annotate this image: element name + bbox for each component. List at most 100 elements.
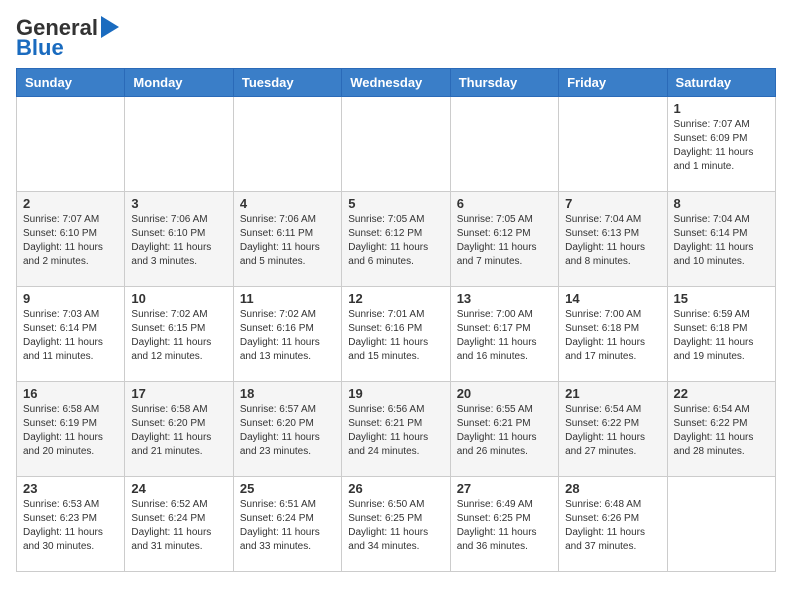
col-header-saturday: Saturday bbox=[667, 69, 775, 97]
calendar-cell: 17 Sunrise: 6:58 AM Sunset: 6:20 PM Dayli… bbox=[125, 382, 233, 477]
calendar-cell: 16 Sunrise: 6:58 AM Sunset: 6:19 PM Dayli… bbox=[17, 382, 125, 477]
calendar-cell: 24 Sunrise: 6:52 AM Sunset: 6:24 PM Dayli… bbox=[125, 477, 233, 572]
col-header-sunday: Sunday bbox=[17, 69, 125, 97]
calendar-cell: 26Sunrise: 6:50 AM Sunset: 6:25 PM Dayli… bbox=[342, 477, 450, 572]
calendar-cell: 6 Sunrise: 7:05 AM Sunset: 6:12 PM Daylig… bbox=[450, 192, 558, 287]
calendar-cell: 27Sunrise: 6:49 AM Sunset: 6:25 PM Dayli… bbox=[450, 477, 558, 572]
day-info: Sunrise: 6:52 AM Sunset: 6:24 PM Dayligh… bbox=[131, 498, 226, 554]
day-number: 3 bbox=[131, 196, 226, 211]
calendar-cell: 21 Sunrise: 6:54 AM Sunset: 6:22 PM Dayli… bbox=[559, 382, 667, 477]
day-number: 28 bbox=[565, 481, 660, 496]
day-info: Sunrise: 6:48 AM Sunset: 6:26 PM Dayligh… bbox=[565, 498, 660, 554]
calendar-cell: 7 Sunrise: 7:04 AM Sunset: 6:13 PM Daylig… bbox=[559, 192, 667, 287]
day-number: 11 bbox=[240, 291, 335, 306]
page-header: General Blue bbox=[16, 16, 776, 60]
day-number: 10 bbox=[131, 291, 226, 306]
day-info: Sunrise: 6:56 AM Sunset: 6:21 PM Dayligh… bbox=[348, 403, 443, 459]
day-info: Sunrise: 7:02 AM Sunset: 6:16 PM Dayligh… bbox=[240, 308, 335, 364]
day-info: Sunrise: 6:58 AM Sunset: 6:20 PM Dayligh… bbox=[131, 403, 226, 459]
day-number: 9 bbox=[23, 291, 118, 306]
calendar-cell: 25 Sunrise: 6:51 AM Sunset: 6:24 PM Dayli… bbox=[233, 477, 341, 572]
calendar-cell: 18 Sunrise: 6:57 AM Sunset: 6:20 PM Dayli… bbox=[233, 382, 341, 477]
col-header-friday: Friday bbox=[559, 69, 667, 97]
day-info: Sunrise: 7:00 AM Sunset: 6:17 PM Dayligh… bbox=[457, 308, 552, 364]
day-number: 24 bbox=[131, 481, 226, 496]
day-number: 1 bbox=[674, 101, 769, 116]
calendar-cell: 8 Sunrise: 7:04 AM Sunset: 6:14 PM Daylig… bbox=[667, 192, 775, 287]
calendar-cell: 23 Sunrise: 6:53 AM Sunset: 6:23 PM Dayli… bbox=[17, 477, 125, 572]
day-info: Sunrise: 7:06 AM Sunset: 6:10 PM Dayligh… bbox=[131, 213, 226, 269]
logo-blue: Blue bbox=[16, 35, 64, 60]
day-number: 7 bbox=[565, 196, 660, 211]
day-info: Sunrise: 6:58 AM Sunset: 6:19 PM Dayligh… bbox=[23, 403, 118, 459]
logo-arrow-icon bbox=[101, 16, 119, 38]
calendar-cell: 9 Sunrise: 7:03 AM Sunset: 6:14 PM Daylig… bbox=[17, 287, 125, 382]
calendar-week-row: 16 Sunrise: 6:58 AM Sunset: 6:19 PM Dayli… bbox=[17, 382, 776, 477]
calendar-cell bbox=[17, 97, 125, 192]
day-number: 17 bbox=[131, 386, 226, 401]
day-number: 16 bbox=[23, 386, 118, 401]
day-info: Sunrise: 7:04 AM Sunset: 6:13 PM Dayligh… bbox=[565, 213, 660, 269]
day-number: 18 bbox=[240, 386, 335, 401]
day-info: Sunrise: 7:05 AM Sunset: 6:12 PM Dayligh… bbox=[457, 213, 552, 269]
col-header-tuesday: Tuesday bbox=[233, 69, 341, 97]
day-info: Sunrise: 6:54 AM Sunset: 6:22 PM Dayligh… bbox=[674, 403, 769, 459]
calendar-cell: 1 Sunrise: 7:07 AM Sunset: 6:09 PM Daylig… bbox=[667, 97, 775, 192]
calendar-cell: 2Sunrise: 7:07 AM Sunset: 6:10 PM Daylig… bbox=[17, 192, 125, 287]
calendar-table: SundayMondayTuesdayWednesdayThursdayFrid… bbox=[16, 68, 776, 572]
calendar-cell: 4Sunrise: 7:06 AM Sunset: 6:11 PM Daylig… bbox=[233, 192, 341, 287]
calendar-cell: 15 Sunrise: 6:59 AM Sunset: 6:18 PM Dayli… bbox=[667, 287, 775, 382]
day-number: 12 bbox=[348, 291, 443, 306]
day-number: 15 bbox=[674, 291, 769, 306]
col-header-monday: Monday bbox=[125, 69, 233, 97]
calendar-cell bbox=[667, 477, 775, 572]
calendar-cell: 28 Sunrise: 6:48 AM Sunset: 6:26 PM Dayli… bbox=[559, 477, 667, 572]
day-info: Sunrise: 7:05 AM Sunset: 6:12 PM Dayligh… bbox=[348, 213, 443, 269]
day-number: 5 bbox=[348, 196, 443, 211]
col-header-wednesday: Wednesday bbox=[342, 69, 450, 97]
day-info: Sunrise: 7:04 AM Sunset: 6:14 PM Dayligh… bbox=[674, 213, 769, 269]
calendar-cell: 5 Sunrise: 7:05 AM Sunset: 6:12 PM Daylig… bbox=[342, 192, 450, 287]
calendar-cell: 10 Sunrise: 7:02 AM Sunset: 6:15 PM Dayli… bbox=[125, 287, 233, 382]
day-number: 4 bbox=[240, 196, 335, 211]
calendar-cell bbox=[450, 97, 558, 192]
day-info: Sunrise: 6:54 AM Sunset: 6:22 PM Dayligh… bbox=[565, 403, 660, 459]
calendar-cell: 13 Sunrise: 7:00 AM Sunset: 6:17 PM Dayli… bbox=[450, 287, 558, 382]
calendar-cell: 12 Sunrise: 7:01 AM Sunset: 6:16 PM Dayli… bbox=[342, 287, 450, 382]
day-info: Sunrise: 7:02 AM Sunset: 6:15 PM Dayligh… bbox=[131, 308, 226, 364]
day-info: Sunrise: 6:55 AM Sunset: 6:21 PM Dayligh… bbox=[457, 403, 552, 459]
day-number: 6 bbox=[457, 196, 552, 211]
calendar-cell bbox=[342, 97, 450, 192]
col-header-thursday: Thursday bbox=[450, 69, 558, 97]
day-info: Sunrise: 6:49 AM Sunset: 6:25 PM Dayligh… bbox=[457, 498, 552, 554]
calendar-cell bbox=[125, 97, 233, 192]
day-number: 23 bbox=[23, 481, 118, 496]
calendar-cell: 14Sunrise: 7:00 AM Sunset: 6:18 PM Dayli… bbox=[559, 287, 667, 382]
day-info: Sunrise: 6:57 AM Sunset: 6:20 PM Dayligh… bbox=[240, 403, 335, 459]
calendar-cell: 19 Sunrise: 6:56 AM Sunset: 6:21 PM Dayli… bbox=[342, 382, 450, 477]
calendar-week-row: 2Sunrise: 7:07 AM Sunset: 6:10 PM Daylig… bbox=[17, 192, 776, 287]
day-number: 19 bbox=[348, 386, 443, 401]
calendar-cell bbox=[559, 97, 667, 192]
day-number: 21 bbox=[565, 386, 660, 401]
day-info: Sunrise: 7:07 AM Sunset: 6:09 PM Dayligh… bbox=[674, 118, 769, 174]
day-number: 8 bbox=[674, 196, 769, 211]
day-info: Sunrise: 7:03 AM Sunset: 6:14 PM Dayligh… bbox=[23, 308, 118, 364]
day-number: 13 bbox=[457, 291, 552, 306]
day-number: 26 bbox=[348, 481, 443, 496]
day-info: Sunrise: 7:01 AM Sunset: 6:16 PM Dayligh… bbox=[348, 308, 443, 364]
calendar-week-row: 1 Sunrise: 7:07 AM Sunset: 6:09 PM Daylig… bbox=[17, 97, 776, 192]
calendar-week-row: 9 Sunrise: 7:03 AM Sunset: 6:14 PM Daylig… bbox=[17, 287, 776, 382]
day-number: 2 bbox=[23, 196, 118, 211]
calendar-week-row: 23 Sunrise: 6:53 AM Sunset: 6:23 PM Dayli… bbox=[17, 477, 776, 572]
calendar-header-row: SundayMondayTuesdayWednesdayThursdayFrid… bbox=[17, 69, 776, 97]
day-number: 25 bbox=[240, 481, 335, 496]
calendar-cell bbox=[233, 97, 341, 192]
day-info: Sunrise: 6:51 AM Sunset: 6:24 PM Dayligh… bbox=[240, 498, 335, 554]
day-info: Sunrise: 7:00 AM Sunset: 6:18 PM Dayligh… bbox=[565, 308, 660, 364]
calendar-cell: 20Sunrise: 6:55 AM Sunset: 6:21 PM Dayli… bbox=[450, 382, 558, 477]
logo: General Blue bbox=[16, 16, 119, 60]
day-info: Sunrise: 6:59 AM Sunset: 6:18 PM Dayligh… bbox=[674, 308, 769, 364]
day-info: Sunrise: 6:53 AM Sunset: 6:23 PM Dayligh… bbox=[23, 498, 118, 554]
calendar-cell: 22Sunrise: 6:54 AM Sunset: 6:22 PM Dayli… bbox=[667, 382, 775, 477]
